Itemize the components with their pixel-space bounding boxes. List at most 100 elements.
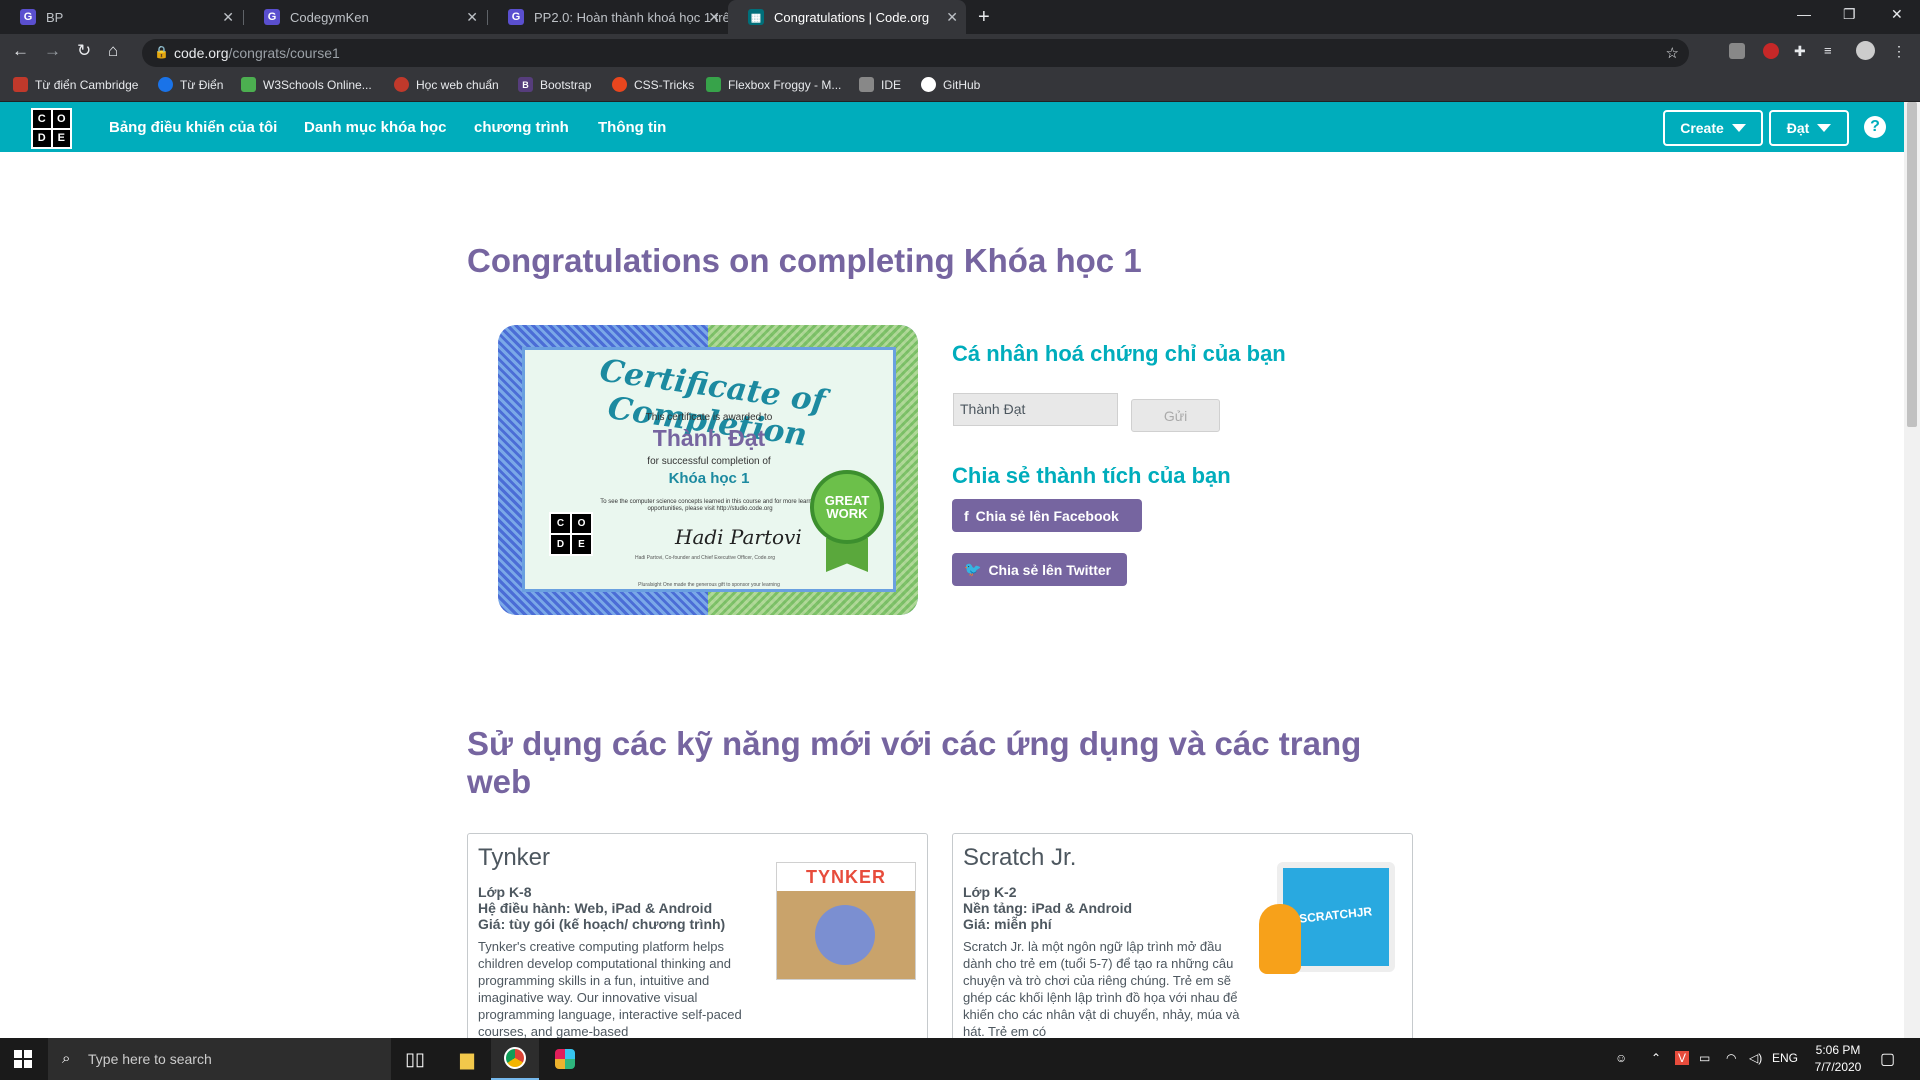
nav-programs[interactable]: chương trình: [474, 119, 569, 136]
close-window-icon[interactable]: ✕: [1891, 6, 1903, 23]
tab-title: BP: [46, 9, 64, 25]
volume-icon[interactable]: ◁): [1749, 1051, 1762, 1065]
name-field[interactable]: Thành Đạt: [953, 393, 1118, 426]
tab-title: Congratulations | Code.org: [774, 9, 930, 25]
bookmark-w3schools[interactable]: W3Schools Online...: [241, 77, 372, 92]
send-button[interactable]: Gửi: [1131, 399, 1220, 432]
tab-codegymken[interactable]: G CodegymKen ✕: [244, 0, 486, 34]
close-icon[interactable]: ✕: [946, 9, 958, 26]
back-icon[interactable]: ←: [12, 41, 29, 61]
card-title: Tynker: [478, 844, 551, 871]
app-card-tynker[interactable]: Tynker Lớp K-8 Hệ điều hành: Web, iPad &…: [467, 833, 928, 1038]
clock[interactable]: 5:06 PM 7/7/2020: [1808, 1042, 1868, 1076]
page-title: Congratulations on completing Khóa học 1: [467, 242, 1142, 279]
new-tab-icon[interactable]: +: [978, 6, 990, 29]
menu-icon[interactable]: ⋮: [1892, 43, 1908, 59]
address-bar[interactable]: 🔒 code.org/congrats/course1 ☆: [142, 39, 1689, 67]
share-twitter-button[interactable]: 🐦 Chia sẻ lên Twitter: [952, 553, 1127, 586]
card-description: Scratch Jr. là một ngôn ngữ lập trình mở…: [963, 939, 1240, 1038]
bookmark-bootstrap[interactable]: B Bootstrap: [518, 77, 591, 92]
bookmark-ide[interactable]: IDE: [859, 77, 901, 92]
bookmark-star-icon[interactable]: ☆: [1666, 44, 1679, 62]
bookmark-flexbox-froggy[interactable]: Flexbox Froggy - M...: [706, 77, 841, 92]
bootstrap-icon: B: [518, 77, 533, 92]
codeorg-logo[interactable]: C O D E: [31, 108, 72, 149]
share-facebook-button[interactable]: f Chia sẻ lên Facebook: [952, 499, 1142, 532]
forward-icon[interactable]: →: [44, 41, 61, 61]
tab-bp[interactable]: G BP ✕: [0, 0, 242, 34]
extension-icon[interactable]: [1729, 43, 1745, 59]
minimize-icon[interactable]: —: [1797, 6, 1811, 22]
avatar[interactable]: [1856, 41, 1875, 60]
ide-icon: [859, 77, 874, 92]
bookmark-github[interactable]: GitHub: [921, 77, 980, 92]
nav-dashboard[interactable]: Bảng điều khiển của tôi: [109, 119, 277, 136]
chrome-icon[interactable]: [491, 1038, 539, 1080]
lock-icon: 🔒: [154, 45, 169, 59]
github-icon: [921, 77, 936, 92]
people-icon[interactable]: ☺: [1615, 1051, 1627, 1065]
help-icon[interactable]: ?: [1864, 116, 1886, 138]
twitter-icon: 🐦: [964, 561, 982, 577]
home-icon[interactable]: ⌂: [108, 41, 118, 61]
scroll-thumb[interactable]: [1907, 102, 1917, 427]
certificate-footer: Pluralsight One made the generous gift t…: [638, 582, 780, 588]
card-title: Scratch Jr.: [963, 844, 1077, 871]
wifi-icon[interactable]: ◠: [1726, 1051, 1736, 1065]
card-description: Tynker's creative computing platform hel…: [478, 939, 742, 1038]
create-button[interactable]: Create: [1663, 110, 1763, 146]
browser-toolbar: ← → ↻ ⌂ 🔒 code.org/congrats/course1 ☆ ✚ …: [0, 34, 1920, 70]
nav-course-catalog[interactable]: Danh mục khóa học: [304, 119, 447, 136]
app-card-scratchjr[interactable]: Scratch Jr. Lớp K-2 Nền tảng: iPad & And…: [952, 833, 1413, 1038]
bookmark-csstricks[interactable]: CSS-Tricks: [612, 77, 694, 92]
battery-icon[interactable]: ▭: [1699, 1051, 1710, 1065]
frog-icon: [706, 77, 721, 92]
file-explorer-icon[interactable]: ▆: [443, 1038, 491, 1080]
certificate-body: Certificate of Completion This certifica…: [522, 347, 896, 592]
language-indicator[interactable]: ENG: [1772, 1051, 1798, 1065]
scratchjr-logo: SCRATCHJR: [1298, 904, 1373, 926]
scratch-cat-icon: [1259, 904, 1301, 974]
scrollbar[interactable]: [1904, 102, 1920, 1038]
puzzle-icon[interactable]: ✚: [1794, 43, 1810, 59]
site-header: C O D E Bảng điều khiển của tôi Danh mục…: [0, 102, 1904, 152]
slack-icon[interactable]: [541, 1038, 589, 1080]
tab-congratulations[interactable]: ▦ Congratulations | Code.org ✕: [728, 0, 966, 34]
codegym-favicon-icon: G: [508, 9, 524, 25]
great-work-seal: GREAT WORK: [810, 470, 884, 544]
certificate-awarded: This certificate is awarded to: [645, 412, 773, 423]
tab-title: CodegymKen: [290, 9, 369, 25]
user-menu-button[interactable]: Đạt: [1769, 110, 1849, 146]
caret-down-icon: [1817, 124, 1832, 132]
extension-badge-icon[interactable]: [1763, 43, 1779, 59]
card-meta: Lớp K-2 Nền tảng: iPad & Android Giá: mi…: [963, 884, 1133, 932]
reading-list-icon[interactable]: ≡: [1824, 43, 1840, 59]
taskbar-search[interactable]: ⌕ Type here to search: [48, 1038, 391, 1080]
tray-app-icon[interactable]: V: [1675, 1051, 1690, 1065]
restore-icon[interactable]: ❐: [1843, 6, 1856, 23]
nav-about[interactable]: Thông tin: [598, 119, 666, 136]
bookmark-cambridge[interactable]: Từ điển Cambridge: [13, 77, 138, 92]
close-icon[interactable]: ✕: [222, 9, 234, 26]
tab-strip: G BP ✕ G CodegymKen ✕ G PP2.0: Hoàn thàn…: [0, 0, 1920, 34]
caret-down-icon: [1731, 124, 1746, 132]
task-view-icon[interactable]: ▯▯: [391, 1038, 439, 1080]
windows-start-icon[interactable]: [14, 1050, 32, 1068]
certificate-name: Thành Đạt: [652, 425, 766, 451]
certificate-image[interactable]: Certificate of Completion This certifica…: [498, 325, 918, 615]
windows-taskbar: ⌕ Type here to search ▯▯ ▆ ☺ ⌃ V ▭ ◠ ◁) …: [0, 1038, 1920, 1080]
bookmark-hocwebchuan[interactable]: Học web chuẩn: [394, 77, 499, 92]
chevron-up-icon[interactable]: ⌃: [1651, 1051, 1661, 1065]
csstricks-icon: [612, 77, 627, 92]
apps-heading: Sử dụng các kỹ năng mới với các ứng dụng…: [467, 725, 1362, 800]
close-icon[interactable]: ✕: [708, 9, 720, 26]
personalize-heading: Cá nhân hoá chứng chỉ của bạn: [952, 341, 1286, 366]
notifications-icon[interactable]: ▢: [1880, 1049, 1895, 1069]
url-host: code.org: [174, 45, 229, 61]
close-icon[interactable]: ✕: [466, 9, 478, 26]
tab-pp2[interactable]: G PP2.0: Hoàn thành khoá học 1 trên ✕: [488, 0, 728, 34]
reload-icon[interactable]: ↻: [77, 41, 91, 61]
hocwebchuan-icon: [394, 77, 409, 92]
bookmark-tudien[interactable]: Từ Điển: [158, 77, 223, 92]
certificate-for: for successful completion of: [647, 456, 771, 467]
